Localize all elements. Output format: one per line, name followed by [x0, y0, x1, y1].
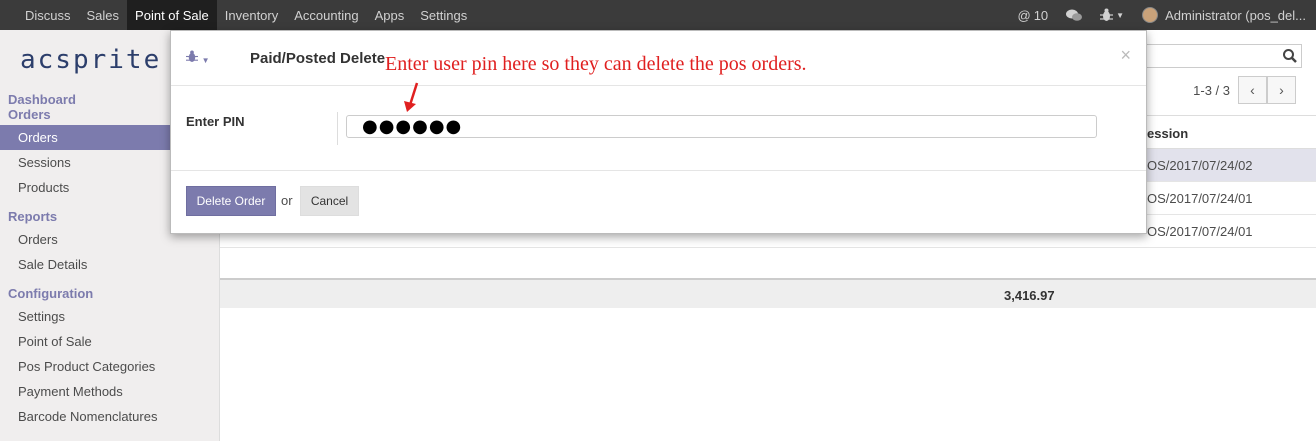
pager-value[interactable]: 1-3 / 3 [1193, 83, 1230, 98]
search-bar[interactable] [1132, 44, 1302, 68]
menu-point-of-sale[interactable]: Point of Sale [127, 0, 217, 30]
annotation-arrow [404, 82, 419, 112]
top-navbar: Discuss Sales Point of Sale Inventory Ac… [0, 0, 1316, 30]
logo-text: acsprite [20, 45, 162, 75]
chat-button[interactable] [1066, 9, 1083, 22]
chat-icon [1066, 9, 1083, 21]
menu-sales[interactable]: Sales [79, 0, 128, 30]
pager: 1-3 / 3 ‹ › [1193, 76, 1296, 104]
sidebar-section-configuration[interactable]: Configuration [0, 283, 219, 304]
menu-apps[interactable]: Apps [367, 0, 413, 30]
debug-menu-button[interactable]: ▼ [1100, 8, 1124, 22]
menu-discuss[interactable]: Discuss [0, 0, 79, 30]
bug-icon [186, 50, 198, 63]
sidebar-item-point-of-sale[interactable]: Point of Sale [0, 329, 219, 354]
pager-previous-button[interactable]: ‹ [1238, 76, 1267, 104]
at-icon: @ [1017, 7, 1031, 23]
column-header-session[interactable]: ession [1147, 126, 1188, 141]
cancel-button[interactable]: Cancel [300, 186, 359, 216]
session-cell: OS/2017/07/24/01 [1147, 224, 1253, 239]
pin-label: Enter PIN [186, 114, 245, 129]
close-icon[interactable]: × [1120, 45, 1131, 66]
field-divider [337, 112, 338, 145]
sidebar-item-pos-product-categories[interactable]: Pos Product Categories [0, 354, 219, 379]
annotation-text: Enter user pin here so they can delete t… [385, 53, 807, 75]
search-icon[interactable] [1283, 49, 1297, 63]
paid-posted-delete-dialog: ▼ Paid/Posted Delete Enter user pin here… [170, 30, 1147, 234]
chevron-right-icon: › [1279, 82, 1284, 98]
debug-dropdown[interactable]: ▼ [186, 50, 210, 66]
session-cell: OS/2017/07/24/01 [1147, 191, 1253, 206]
sidebar-item-payment-methods[interactable]: Payment Methods [0, 379, 219, 404]
systray: @ 10 ▼ Administrator (pos_del... [1018, 0, 1306, 30]
sidebar-item-settings[interactable]: Settings [0, 304, 219, 329]
dialog-footer: Delete Order or Cancel [171, 171, 1146, 233]
or-label: or [281, 193, 293, 208]
dialog-title: Paid/Posted Delete [250, 50, 386, 67]
caret-down-icon: ▼ [1116, 10, 1125, 20]
sidebar-item-sale-details[interactable]: Sale Details [0, 252, 219, 277]
avatar [1142, 7, 1159, 23]
sidebar-item-barcode-nomenclatures[interactable]: Barcode Nomenclatures [0, 404, 219, 429]
pager-next-button[interactable]: › [1267, 76, 1296, 104]
chevron-left-icon: ‹ [1250, 82, 1255, 98]
session-cell: OS/2017/07/24/02 [1147, 158, 1253, 173]
pin-input[interactable]: ●●●●●● [346, 115, 1097, 138]
mentions-count: 10 [1033, 7, 1049, 23]
user-menu-button[interactable]: Administrator (pos_del... [1142, 7, 1306, 23]
table-total-row: 3,416.97 [220, 278, 1316, 308]
bug-icon [1100, 8, 1114, 21]
dialog-header: ▼ Paid/Posted Delete Enter user pin here… [171, 31, 1146, 86]
dialog-body: Enter PIN ●●●●●● [171, 86, 1146, 171]
menu-settings[interactable]: Settings [412, 0, 475, 30]
app-menu: Discuss Sales Point of Sale Inventory Ac… [0, 0, 475, 30]
user-name: Administrator (pos_del... [1165, 7, 1306, 23]
mentions-button[interactable]: @ 10 [1018, 8, 1049, 23]
menu-inventory[interactable]: Inventory [217, 0, 286, 30]
delete-order-button[interactable]: Delete Order [186, 186, 276, 216]
caret-down-icon: ▼ [201, 56, 210, 65]
total-amount: 3,416.97 [1004, 288, 1055, 303]
menu-accounting[interactable]: Accounting [286, 0, 366, 30]
